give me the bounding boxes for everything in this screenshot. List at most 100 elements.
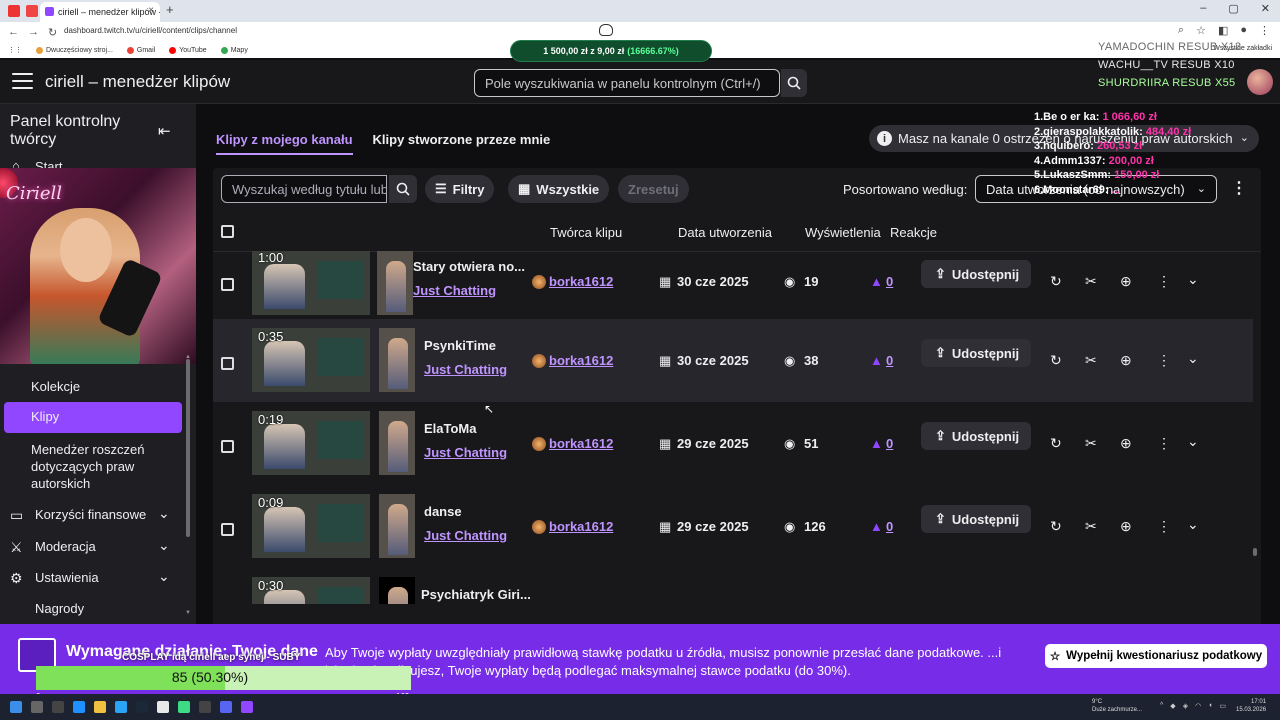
maximize-icon[interactable]: ▢ bbox=[1228, 2, 1238, 15]
clip-title[interactable]: Stary otwiera no... bbox=[413, 259, 525, 274]
collapse-sidebar-icon[interactable]: ⇤ bbox=[158, 122, 171, 140]
chrome-icon[interactable] bbox=[157, 701, 169, 713]
bookmark-star-icon[interactable]: ☆ bbox=[1196, 24, 1206, 37]
reload-icon[interactable]: ↻ bbox=[48, 26, 57, 39]
col-reactions[interactable]: Reakcje bbox=[890, 225, 937, 240]
row-checkbox[interactable] bbox=[221, 440, 234, 453]
replay-icon[interactable]: ↻ bbox=[1050, 352, 1062, 369]
clip-game-link[interactable]: Just Chatting bbox=[424, 528, 507, 543]
select-all-checkbox[interactable] bbox=[221, 225, 234, 238]
browser-tab-active[interactable]: ciriell – menedżer klipów - Twitch × bbox=[40, 2, 160, 22]
col-views[interactable]: Wyświetlenia bbox=[805, 225, 881, 240]
search-taskbar-icon[interactable] bbox=[31, 701, 43, 713]
windows-start-icon[interactable] bbox=[10, 701, 22, 713]
new-tab-icon[interactable]: + bbox=[166, 2, 174, 17]
clip-vertical-thumbnail[interactable] bbox=[379, 577, 415, 604]
app-icon[interactable] bbox=[178, 701, 190, 713]
extensions-icon[interactable]: ◧ bbox=[1218, 24, 1228, 37]
more-options-icon[interactable]: ⋮ bbox=[1157, 273, 1171, 290]
all-filter-button[interactable]: ▦ Wszystkie bbox=[508, 175, 610, 203]
search-button[interactable] bbox=[781, 69, 807, 97]
table-scrollbar-thumb[interactable] bbox=[1253, 548, 1257, 556]
url-field[interactable]: dashboard.twitch.tv/u/ciriell/content/cl… bbox=[64, 26, 237, 35]
app-icon[interactable] bbox=[115, 701, 127, 713]
gmail-tab-icon[interactable] bbox=[26, 5, 38, 17]
table-row[interactable]: 0:19 ElaToMa Just Chatting borka1612 ▦ 2… bbox=[213, 402, 1253, 485]
back-icon[interactable]: ← bbox=[8, 26, 19, 39]
more-options-icon[interactable]: ⋮ bbox=[1231, 178, 1247, 198]
row-checkbox[interactable] bbox=[221, 357, 234, 370]
creator-link[interactable]: borka1612 bbox=[549, 353, 613, 368]
creator-link[interactable]: borka1612 bbox=[549, 274, 613, 289]
chevron-down-icon[interactable]: ⌄ bbox=[1187, 433, 1199, 450]
add-icon[interactable]: ⊕ bbox=[1120, 352, 1132, 369]
chevron-down-icon[interactable]: ⌄ bbox=[1187, 350, 1199, 367]
tray-arrow-icon[interactable]: ^ bbox=[1160, 702, 1163, 710]
apps-icon[interactable]: ⋮⋮ bbox=[8, 46, 22, 54]
sidebar-scrollbar[interactable] bbox=[186, 359, 190, 537]
more-options-icon[interactable]: ⋮ bbox=[1157, 352, 1171, 369]
creator-link[interactable]: borka1612 bbox=[549, 436, 613, 451]
clip-search-input[interactable]: Wyszukaj według tytułu lub bbox=[221, 175, 387, 203]
replay-icon[interactable]: ↻ bbox=[1050, 435, 1062, 452]
clip-vertical-thumbnail[interactable] bbox=[379, 494, 415, 558]
clip-title[interactable]: danse bbox=[424, 504, 462, 519]
dashboard-search-input[interactable]: Pole wyszukiwania w panelu kontrolnym (C… bbox=[474, 69, 780, 97]
clip-vertical-thumbnail[interactable] bbox=[379, 328, 415, 392]
clip-vertical-thumbnail[interactable] bbox=[377, 251, 413, 315]
tab-created-by-me[interactable]: Klipy stworzone przeze mnie bbox=[373, 132, 551, 155]
add-icon[interactable]: ⊕ bbox=[1120, 518, 1132, 535]
bookmark-item[interactable]: Mapy bbox=[220, 46, 248, 54]
more-options-icon[interactable]: ⋮ bbox=[1157, 435, 1171, 452]
row-checkbox[interactable] bbox=[221, 523, 234, 536]
sidebar-scroll-down-icon[interactable]: ▼ bbox=[185, 610, 191, 616]
table-scrollbar[interactable] bbox=[1253, 252, 1257, 624]
forward-icon[interactable]: → bbox=[28, 26, 39, 39]
hamburger-menu-icon[interactable] bbox=[12, 73, 33, 89]
tray-app-icon[interactable]: ◆ bbox=[1170, 702, 1175, 710]
tab-my-channel-clips[interactable]: Klipy z mojego kanału bbox=[216, 132, 353, 155]
weather-widget[interactable]: 9°C Duże zachmurze... bbox=[1092, 698, 1142, 714]
more-options-icon[interactable]: ⋮ bbox=[1157, 518, 1171, 535]
clip-game-link[interactable]: Just Chatting bbox=[413, 283, 496, 298]
scissors-icon[interactable]: ✂ bbox=[1085, 352, 1097, 369]
close-window-icon[interactable]: ✕ bbox=[1261, 2, 1270, 15]
profile-icon[interactable]: ● bbox=[1240, 24, 1247, 37]
clip-reactions[interactable]: 0 bbox=[886, 274, 893, 289]
minimize-icon[interactable]: – bbox=[1200, 2, 1206, 15]
user-avatar[interactable] bbox=[1247, 69, 1273, 95]
table-row[interactable]: 0:35 PsynkiTime Just Chatting borka1612 … bbox=[213, 319, 1253, 402]
scissors-icon[interactable]: ✂ bbox=[1085, 273, 1097, 290]
obs-icon[interactable] bbox=[241, 701, 253, 713]
share-button[interactable]: ⇪ Udostępnij bbox=[921, 505, 1031, 533]
sidebar-item-clips[interactable]: Klipy bbox=[4, 402, 182, 433]
app-icon[interactable] bbox=[199, 701, 211, 713]
bookmark-item[interactable]: Gmail bbox=[126, 46, 155, 54]
filters-button[interactable]: ☰ Filtry bbox=[425, 175, 495, 203]
reset-button[interactable]: Zresetuj bbox=[618, 175, 689, 203]
app-icon[interactable] bbox=[73, 701, 85, 713]
clip-game-link[interactable]: Just Chatting bbox=[424, 445, 507, 460]
replay-icon[interactable]: ↻ bbox=[1050, 273, 1062, 290]
browser-tab-icon[interactable] bbox=[8, 5, 20, 17]
task-view-icon[interactable] bbox=[52, 701, 64, 713]
clip-title[interactable]: PsynkiTime bbox=[424, 338, 496, 353]
close-tab-icon[interactable]: × bbox=[148, 5, 154, 16]
table-row[interactable]: 0:30 Psychiatryk Giri... bbox=[213, 568, 1253, 604]
discord-icon[interactable] bbox=[220, 701, 232, 713]
scissors-icon[interactable]: ✂ bbox=[1085, 435, 1097, 452]
clip-title[interactable]: ElaToMa bbox=[424, 421, 477, 436]
chevron-down-icon[interactable]: ⌄ bbox=[1187, 271, 1199, 288]
volume-icon[interactable]: ◖ bbox=[1208, 702, 1212, 710]
tax-questionnaire-button[interactable]: ☆ Wypełnij kwestionariusz podatkowy bbox=[1045, 644, 1267, 668]
replay-icon[interactable]: ↻ bbox=[1050, 518, 1062, 535]
bookmark-item[interactable]: Dwuczęściowy stroj... bbox=[36, 46, 113, 54]
col-creator[interactable]: Twórca klipu bbox=[550, 225, 622, 240]
scissors-icon[interactable]: ✂ bbox=[1085, 518, 1097, 535]
clip-vertical-thumbnail[interactable] bbox=[379, 411, 415, 475]
clip-reactions[interactable]: 0 bbox=[886, 353, 893, 368]
clip-game-link[interactable]: Just Chatting bbox=[424, 362, 507, 377]
row-checkbox[interactable] bbox=[221, 278, 234, 291]
bookmark-item[interactable]: YouTube bbox=[169, 46, 207, 54]
explorer-icon[interactable] bbox=[94, 701, 106, 713]
